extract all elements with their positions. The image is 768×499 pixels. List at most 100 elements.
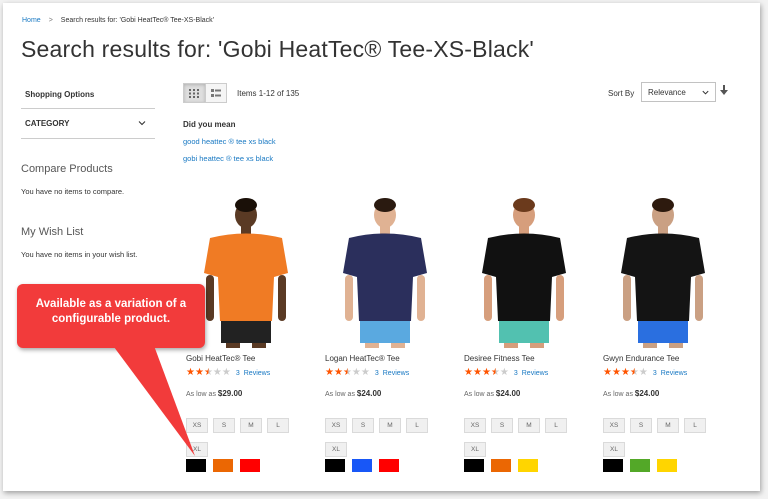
product-image[interactable] — [330, 193, 440, 348]
size-option[interactable]: L — [545, 418, 567, 433]
price-value: $24.00 — [634, 389, 660, 398]
view-mode-switcher — [183, 83, 227, 103]
reviews-count[interactable]: 3 — [514, 370, 518, 377]
size-option[interactable]: S — [491, 418, 513, 433]
sort-by-select[interactable]: Relevance — [641, 82, 716, 102]
product-name-link[interactable]: Gwyn Endurance Tee — [603, 354, 679, 363]
size-option[interactable]: M — [240, 418, 262, 433]
product-rating: ★ ★ ★ ★ ★ 3 Reviews — [603, 368, 687, 378]
reviews-count[interactable]: 3 — [236, 370, 240, 377]
did-you-mean-suggestion[interactable]: good heattec ® tee xs black — [183, 137, 276, 146]
breadcrumb-home-link[interactable]: Home — [22, 17, 41, 24]
star-icon: ★ — [611, 367, 621, 378]
size-option[interactable]: XS — [603, 418, 625, 433]
price-prefix: As low as — [603, 391, 635, 398]
product-name-link[interactable]: Logan HeatTec® Tee — [325, 354, 400, 363]
product-image[interactable] — [191, 193, 301, 348]
color-swatch[interactable] — [518, 459, 538, 472]
color-swatches — [186, 459, 267, 472]
breadcrumb: Home > Search results for: 'Gobi HeatTec® … — [22, 17, 214, 24]
star-icon: ★ — [638, 367, 648, 378]
size-option[interactable]: XS — [186, 418, 208, 433]
product-name-link[interactable]: Gobi HeatTec® Tee — [186, 354, 255, 363]
star-icon: ★ — [325, 367, 334, 378]
list-mode-button[interactable] — [204, 84, 226, 102]
product-rating: ★ ★ ★ ★ ★ 3 Reviews — [186, 368, 270, 378]
size-option[interactable]: XL — [603, 442, 625, 457]
did-you-mean-title: Did you mean — [183, 120, 236, 129]
size-option[interactable]: L — [684, 418, 706, 433]
price-value: $29.00 — [217, 389, 243, 398]
grid-mode-button[interactable] — [184, 84, 205, 102]
product-item[interactable]: Gobi HeatTec® Tee ★ ★ ★ ★ ★ 3 Reviews As low… — [186, 193, 316, 472]
sort-by-value: Relevance — [648, 88, 686, 97]
reviews-link[interactable]: Reviews — [244, 370, 270, 377]
size-option[interactable]: M — [657, 418, 679, 433]
product-name-link[interactable]: Desiree Fitness Tee — [464, 354, 535, 363]
color-swatch[interactable] — [657, 459, 677, 472]
reviews-link[interactable]: Reviews — [522, 370, 548, 377]
size-option[interactable]: M — [518, 418, 540, 433]
size-options: XS S M L XL — [464, 414, 592, 462]
star-icon: ★ — [481, 367, 491, 378]
size-option[interactable]: XL — [186, 442, 208, 457]
reviews-link[interactable]: Reviews — [661, 370, 687, 377]
product-item[interactable]: Desiree Fitness Tee ★ ★ ★ ★ ★ 3 Reviews As l… — [464, 193, 594, 472]
color-swatch[interactable] — [325, 459, 345, 472]
color-swatch[interactable] — [491, 459, 511, 472]
size-option[interactable]: XS — [464, 418, 486, 433]
rating-stars: ★ ★ ★ ★ ★ — [603, 368, 648, 378]
color-swatch[interactable] — [379, 459, 399, 472]
size-option[interactable]: XS — [325, 418, 347, 433]
product-item[interactable]: Gwyn Endurance Tee ★ ★ ★ ★ ★ 3 Reviews As lo… — [603, 193, 733, 472]
color-swatch[interactable] — [630, 459, 650, 472]
product-image[interactable] — [469, 193, 579, 348]
shopping-options-title: Shopping Options — [21, 81, 155, 109]
size-option[interactable]: S — [630, 418, 652, 433]
color-swatch[interactable] — [352, 459, 372, 472]
size-option[interactable]: L — [406, 418, 428, 433]
color-swatch[interactable] — [603, 459, 623, 472]
product-image[interactable] — [608, 193, 718, 348]
star-icon: ★ — [221, 367, 231, 378]
product-price: As low as $24.00 — [603, 389, 659, 398]
did-you-mean-suggestion[interactable]: gobi heattec ® tee xs black — [183, 154, 273, 163]
annotation-callout: Available as a variation of a configurab… — [17, 284, 205, 348]
reviews-count[interactable]: 3 — [653, 370, 657, 377]
color-swatch[interactable] — [186, 459, 206, 472]
size-option[interactable]: M — [379, 418, 401, 433]
star-icon: ★ — [351, 367, 361, 378]
color-swatch[interactable] — [464, 459, 484, 472]
chevron-down-icon — [702, 90, 709, 95]
size-option[interactable]: S — [352, 418, 374, 433]
sort-direction-arrow-icon[interactable] — [719, 85, 729, 97]
wishlist-title: My Wish List — [21, 226, 84, 238]
star-icon: ★ — [333, 367, 343, 378]
category-filter[interactable]: CATEGORY — [21, 109, 155, 139]
sort-by-label: Sort By — [608, 89, 635, 98]
color-swatch[interactable] — [240, 459, 260, 472]
color-swatch[interactable] — [213, 459, 233, 472]
reviews-link[interactable]: Reviews — [383, 370, 409, 377]
price-prefix: As low as — [325, 391, 357, 398]
size-option[interactable]: L — [267, 418, 289, 433]
star-icon: ★ — [464, 367, 473, 378]
product-price: As low as $24.00 — [325, 389, 381, 398]
product-item[interactable]: Logan HeatTec® Tee ★ ★ ★ ★ ★ 3 Reviews As lo… — [325, 193, 455, 472]
price-value: $24.00 — [356, 389, 382, 398]
compare-products-empty: You have no items to compare. — [21, 187, 125, 196]
star-icon: ★ — [490, 367, 500, 378]
size-option[interactable]: S — [213, 418, 235, 433]
items-count: Items 1-12 of 135 — [237, 89, 300, 98]
chevron-down-icon — [138, 121, 146, 126]
rating-stars: ★ ★ ★ ★ ★ — [186, 368, 231, 378]
size-options: XS S M L XL — [603, 414, 731, 462]
product-price: As low as $29.00 — [186, 389, 242, 398]
color-swatches — [325, 459, 406, 472]
product-rating: ★ ★ ★ ★ ★ 3 Reviews — [325, 368, 409, 378]
product-rating: ★ ★ ★ ★ ★ 3 Reviews — [464, 368, 548, 378]
reviews-count[interactable]: 3 — [375, 370, 379, 377]
size-option[interactable]: XL — [325, 442, 347, 457]
size-option[interactable]: XL — [464, 442, 486, 457]
star-icon: ★ — [499, 367, 509, 378]
